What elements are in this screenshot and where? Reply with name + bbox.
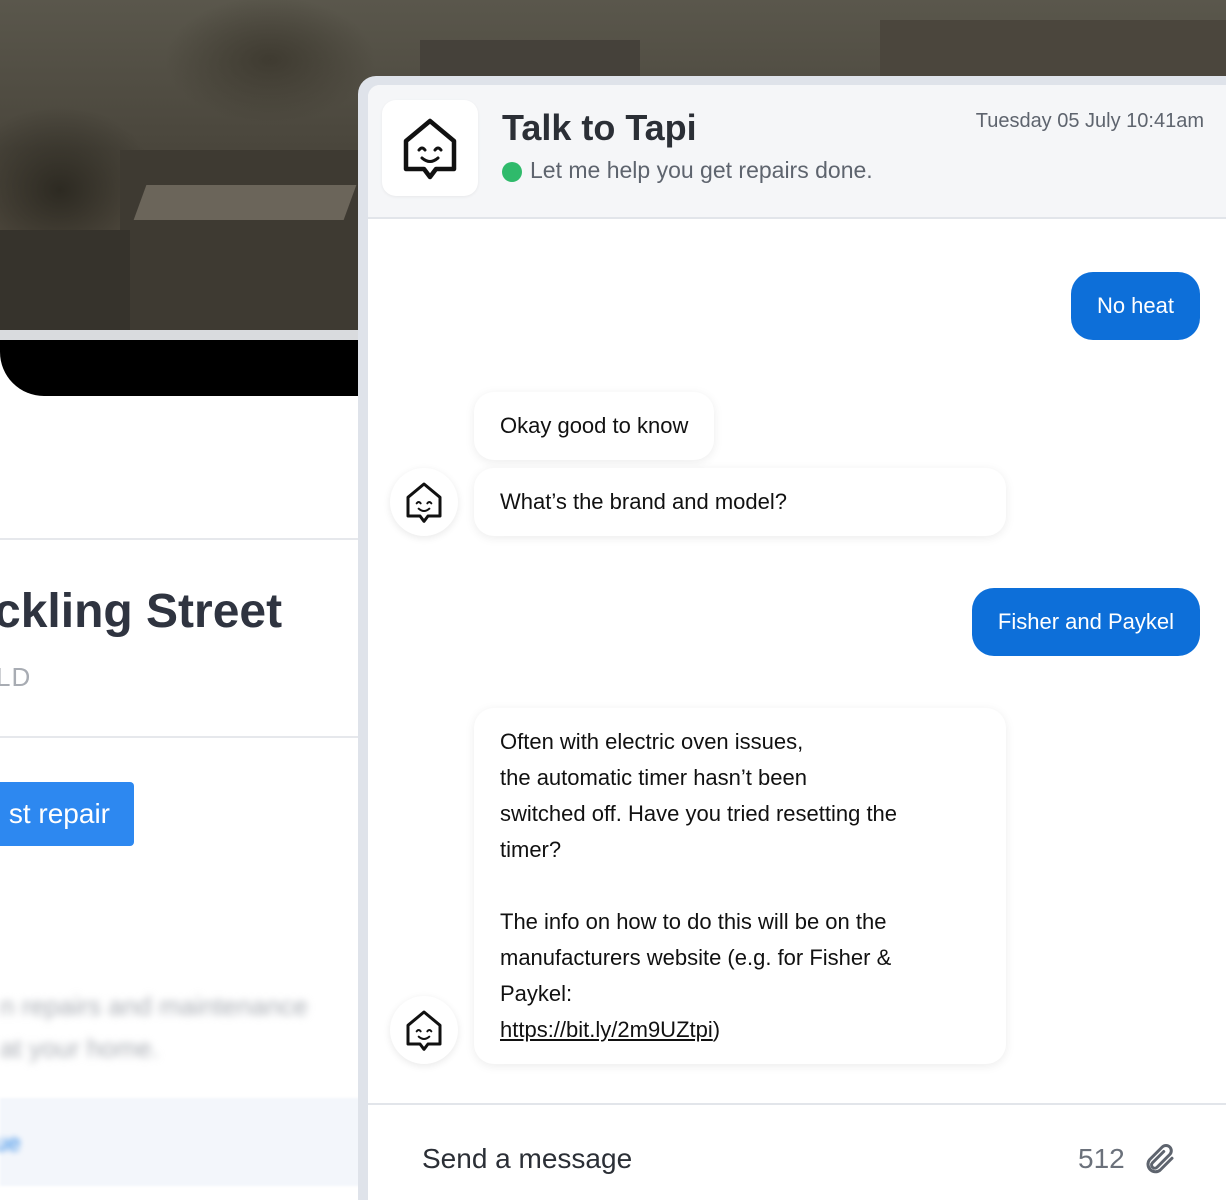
chat-timestamp: Tuesday 05 July 10:41am: [975, 110, 1204, 132]
tapi-house-icon: [403, 118, 457, 180]
bot-message-line: switched off. Have you tried resetting t…: [500, 801, 898, 826]
divider: [0, 538, 360, 540]
photo-divider: [0, 330, 370, 340]
header-bar: [0, 340, 370, 396]
property-address: ckling Street: [0, 585, 283, 638]
message-input[interactable]: [422, 1143, 1022, 1175]
bot-message-line: https://bit.ly/2m9UZtpi): [500, 1012, 980, 1048]
bot-message-line: timer?: [500, 837, 562, 862]
description-text: n repairs and maintenance at your home.: [0, 985, 360, 1069]
description-line: n repairs and maintenance: [0, 991, 308, 1021]
tapi-house-icon: [406, 482, 442, 523]
message-composer: 512: [368, 1103, 1226, 1200]
bot-avatar: [390, 468, 458, 536]
divider: [0, 736, 360, 738]
request-repair-button[interactable]: st repair: [0, 782, 134, 846]
chat-title: Talk to Tapi: [502, 107, 697, 148]
chat-window: Talk to Tapi Let me help you get repairs…: [358, 76, 1226, 1200]
line-spacer: [500, 868, 980, 904]
bot-message: Okay good to know: [474, 392, 715, 460]
bot-message-line: Paykel:: [500, 981, 573, 1006]
chat-subtitle: Let me help you get repairs done.: [530, 157, 873, 183]
bot-message-line: The info on how to do this will be on th…: [500, 909, 887, 934]
chat-header: Talk to Tapi Let me help you get repairs…: [368, 85, 1226, 219]
chat-panel: Talk to Tapi Let me help you get repairs…: [368, 85, 1226, 1200]
closing-paren: ): [712, 1017, 721, 1042]
bot-message: What’s the brand and model?: [474, 468, 1006, 536]
house-shape: [420, 40, 640, 76]
bot-message-line: manufacturers website (e.g. for Fisher &: [500, 945, 892, 970]
house-shape: [0, 230, 130, 330]
user-message: No heat: [1070, 272, 1200, 340]
bot-message: Often with electric oven issues, the aut…: [474, 708, 1006, 1064]
paperclip-icon[interactable]: [1142, 1141, 1178, 1177]
manufacturer-link[interactable]: https://bit.ly/2m9UZtpi: [500, 1017, 713, 1042]
tapi-house-icon: [406, 1010, 442, 1051]
description-line: at your home.: [0, 1033, 159, 1063]
info-bar: [0, 1098, 360, 1186]
bot-avatar: [390, 996, 458, 1064]
bot-message-line: the automatic timer hasn’t been: [500, 765, 807, 790]
bot-message-line: Often with electric oven issues,: [500, 729, 804, 754]
online-status-dot: [502, 162, 522, 182]
property-suburb: LD: [0, 662, 32, 692]
info-link[interactable]: ue: [0, 1130, 21, 1158]
user-message: Fisher and Paykel: [971, 588, 1200, 656]
character-count: 512: [1078, 1143, 1125, 1174]
tapi-logo: [382, 100, 478, 196]
house-shape: [120, 150, 370, 330]
roof-shape: [133, 185, 357, 220]
house-shape: [880, 20, 1226, 76]
